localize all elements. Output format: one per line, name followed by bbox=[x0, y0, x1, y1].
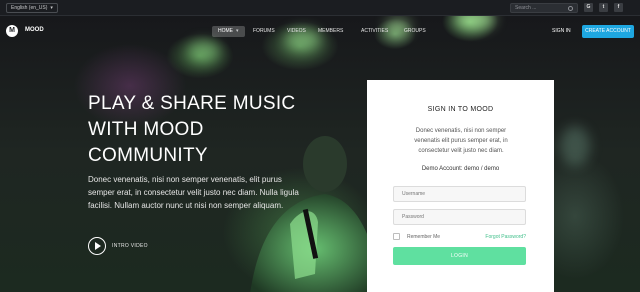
login-button[interactable]: LOGIN bbox=[393, 247, 526, 265]
language-label: English (en_US) bbox=[11, 5, 48, 11]
nav-item-activities[interactable]: ACTIVITIES bbox=[361, 26, 388, 37]
signin-link[interactable]: SIGN IN bbox=[552, 26, 571, 37]
nav-item-home[interactable]: HOME ▾ bbox=[212, 26, 245, 37]
search-icon bbox=[568, 5, 573, 11]
google-plus-icon[interactable]: G bbox=[584, 3, 593, 12]
remember-label: Remember Me bbox=[407, 234, 441, 240]
play-icon[interactable] bbox=[88, 237, 106, 255]
username-field[interactable] bbox=[393, 186, 526, 202]
twitter-icon[interactable]: t bbox=[599, 3, 608, 12]
forgot-password-link[interactable]: Forgot Password? bbox=[485, 234, 526, 240]
top-utility-bar: English (en_US) ▾ Search ... G t f bbox=[0, 0, 640, 16]
intro-video-link[interactable]: INTRO VIDEO bbox=[112, 243, 148, 249]
headline-line: COMMUNITY bbox=[88, 145, 208, 166]
remember-checkbox[interactable] bbox=[393, 233, 400, 240]
logo-icon[interactable]: M bbox=[6, 25, 18, 37]
search-placeholder: Search ... bbox=[515, 5, 537, 11]
signin-card: SIGN IN TO MOOD Donec venenatis, nisi no… bbox=[367, 80, 554, 292]
logo-text[interactable]: MOOD bbox=[25, 27, 44, 33]
stage-light bbox=[560, 126, 590, 166]
hero-headline: PLAY & SHARE MUSIC WITH MOOD COMMUNITY bbox=[88, 91, 358, 169]
signin-description: Donec venenatis, nisi non semper venenat… bbox=[414, 128, 508, 154]
demo-account-text: Demo Account: demo / demo bbox=[421, 166, 500, 172]
headline-line: WITH MOOD bbox=[88, 119, 204, 140]
nav-item-videos[interactable]: VIDEOS bbox=[287, 26, 306, 37]
create-account-button[interactable]: CREATE ACCOUNT bbox=[582, 25, 634, 38]
search-input[interactable]: Search ... bbox=[510, 3, 578, 13]
remember-row: Remember Me Forgot Password? bbox=[393, 233, 526, 241]
headline-line: PLAY & SHARE MUSIC bbox=[88, 93, 296, 114]
nav-item-label: HOME bbox=[218, 28, 233, 34]
facebook-icon[interactable]: f bbox=[614, 3, 623, 12]
language-selector[interactable]: English (en_US) ▾ bbox=[6, 3, 58, 13]
chevron-down-icon: ▾ bbox=[236, 28, 239, 34]
stage-light bbox=[188, 40, 220, 62]
chevron-down-icon: ▾ bbox=[50, 5, 53, 11]
stage-light bbox=[455, 16, 495, 30]
hero-description: Donec venenatis, nisi non semper venenat… bbox=[88, 175, 299, 210]
signin-title: SIGN IN TO MOOD bbox=[427, 106, 494, 113]
nav-item-forums[interactable]: FORUMS bbox=[253, 26, 275, 37]
password-field[interactable] bbox=[393, 209, 526, 225]
nav-item-groups[interactable]: GROUPS bbox=[404, 26, 426, 37]
nav-item-members[interactable]: MEMBERS bbox=[318, 26, 343, 37]
